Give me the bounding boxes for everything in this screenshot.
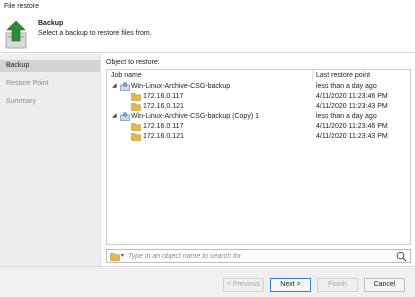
folder-icon bbox=[131, 133, 141, 141]
object-search-box[interactable]: ▾ bbox=[106, 249, 411, 263]
header-title: Backup bbox=[38, 20, 64, 27]
cancel-button[interactable]: Cancel bbox=[364, 278, 405, 292]
folder-icon bbox=[131, 93, 141, 101]
column-separator bbox=[312, 70, 313, 81]
expand-toggle-icon[interactable]: ◢ bbox=[112, 83, 118, 89]
last-restore-point: less than a day ago bbox=[316, 83, 377, 90]
sidebar-item-summary[interactable]: Summary bbox=[0, 96, 100, 108]
title-bar: File restore bbox=[0, 0, 415, 14]
column-header-job-name[interactable]: Job name bbox=[111, 72, 142, 79]
folder-icon bbox=[131, 123, 141, 131]
sidebar-item-backup[interactable]: Backup bbox=[0, 60, 100, 72]
tree-row[interactable]: 172.16.0.117 4/11/2020 11:23:46 PM bbox=[107, 92, 410, 102]
backup-job-icon bbox=[120, 82, 130, 91]
last-restore-point: 4/11/2020 11:23:46 PM bbox=[316, 93, 388, 100]
host-name: 172.16.0.117 bbox=[143, 93, 184, 100]
host-name: 172.16.0.121 bbox=[143, 103, 184, 110]
tree-row[interactable]: 172.16.0.117 4/11/2020 11:23:46 PM bbox=[107, 122, 410, 132]
job-name: Win-Linux-Archive-CSG-backup (Copy) 1 bbox=[131, 113, 259, 120]
backup-tree-list[interactable]: Job name Last restore point ◢ Win-Linux-… bbox=[106, 69, 411, 245]
column-header-last-restore-point[interactable]: Last restore point bbox=[316, 72, 370, 79]
tree-row[interactable]: 172.16.0.121 4/11/2020 11:23:43 PM bbox=[107, 132, 410, 142]
main-content: Object to restore: Job name Last restore… bbox=[101, 54, 415, 266]
search-icon[interactable] bbox=[396, 251, 407, 262]
last-restore-point: 4/11/2020 11:23:43 PM bbox=[316, 103, 388, 110]
wizard-footer: < Previous Next > Finish Cancel bbox=[0, 266, 415, 297]
sidebar-item-restore-point[interactable]: Restore Point bbox=[0, 78, 100, 90]
backup-job-icon bbox=[120, 112, 130, 121]
previous-button[interactable]: < Previous bbox=[223, 278, 264, 292]
object-to-restore-label: Object to restore: bbox=[106, 59, 160, 66]
expand-toggle-icon[interactable]: ◢ bbox=[112, 113, 118, 119]
last-restore-point: 4/11/2020 11:23:43 PM bbox=[316, 133, 388, 140]
chevron-down-icon[interactable]: ▾ bbox=[121, 252, 124, 259]
search-input[interactable] bbox=[128, 251, 388, 262]
backup-restore-arrow-icon bbox=[5, 20, 27, 49]
finish-button[interactable]: Finish bbox=[317, 278, 358, 292]
header-subtitle: Select a backup to restore files from. bbox=[38, 30, 152, 37]
wizard-header: Backup Select a backup to restore files … bbox=[0, 14, 415, 53]
folder-icon[interactable] bbox=[110, 252, 120, 261]
job-name: Win-Linux-Archive-CSG-backup bbox=[131, 83, 231, 90]
tree-row[interactable]: ◢ Win-Linux-Archive-CSG-backup less than… bbox=[107, 82, 410, 92]
wizard-sidebar: Backup Restore Point Summary bbox=[0, 54, 101, 266]
tree-row[interactable]: 172.16.0.121 4/11/2020 11:23:43 PM bbox=[107, 102, 410, 112]
last-restore-point: less than a day ago bbox=[316, 113, 377, 120]
last-restore-point: 4/11/2020 11:23:46 PM bbox=[316, 123, 388, 130]
folder-icon bbox=[131, 103, 141, 111]
tree-row[interactable]: ◢ Win-Linux-Archive-CSG-backup (Copy) 1 … bbox=[107, 112, 410, 122]
host-name: 172.16.0.117 bbox=[143, 123, 184, 130]
next-button[interactable]: Next > bbox=[270, 278, 311, 292]
window-title: File restore bbox=[4, 3, 40, 10]
host-name: 172.16.0.121 bbox=[143, 133, 184, 140]
grid-header: Job name Last restore point bbox=[107, 70, 410, 81]
